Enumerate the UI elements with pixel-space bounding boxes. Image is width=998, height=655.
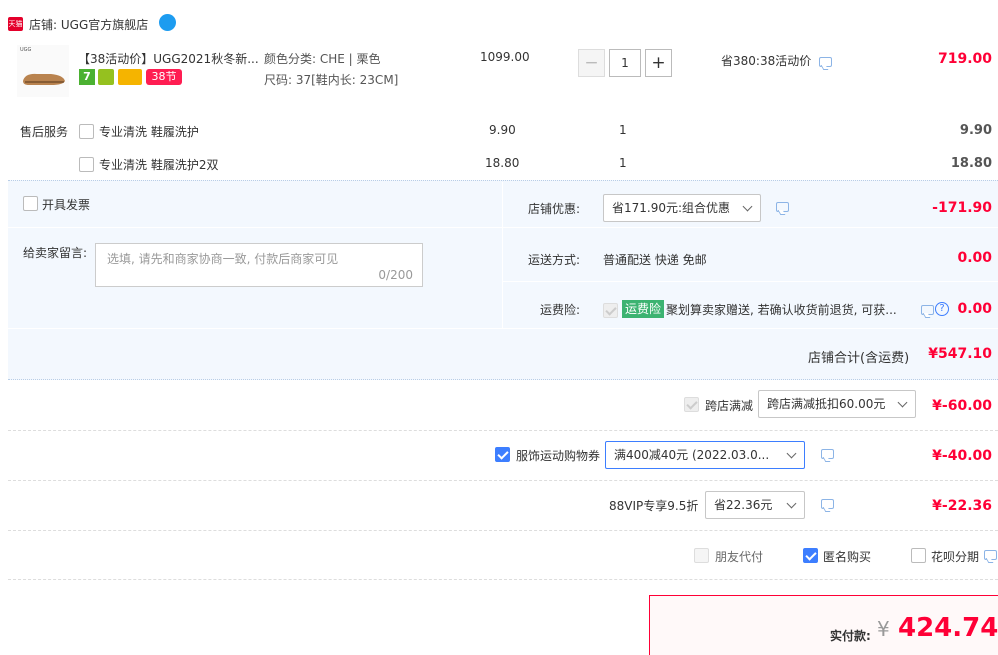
service-2-qty: 1 — [619, 156, 627, 170]
card-icon — [118, 69, 142, 85]
tmall-badge: 天猫 — [8, 17, 23, 31]
festival-badge: 38节 — [146, 69, 182, 85]
quantity-input[interactable]: 1 — [609, 49, 641, 77]
message-placeholder: 选填, 请先和商家协商一致, 付款后商家可见 — [107, 252, 339, 266]
service-1-name: 专业清洗 鞋履洗护 — [99, 125, 199, 139]
wangwang-icon[interactable] — [159, 14, 176, 31]
shipping-amount: 0.00 — [957, 250, 992, 266]
cross-store-value: 跨店满减抵扣60.00元 — [767, 397, 886, 411]
service-2-checkbox[interactable] — [79, 157, 94, 172]
panel-divider-h3 — [8, 328, 998, 329]
coupon-info-icon[interactable] — [821, 449, 834, 459]
service-2-name: 专业清洗 鞋履洗护2双 — [99, 158, 219, 172]
insurance-amount: 0.00 — [957, 301, 992, 317]
installment-info-icon[interactable] — [984, 550, 997, 560]
cross-store-checkbox — [684, 397, 699, 412]
invoice-checkbox[interactable] — [23, 196, 38, 211]
coupon-select[interactable]: 满400减40元 (2022.03.0... — [605, 441, 805, 469]
sku-size: 尺码: 37[鞋内长: 23CM] — [264, 73, 399, 87]
item-savings: 省380:38活动价 — [721, 54, 812, 68]
item-subtotal: 719.00 — [937, 51, 992, 67]
shop-discount-select[interactable]: 省171.90元:组合优惠 — [603, 194, 761, 222]
shop-discount-value: 省171.90元:组合优惠 — [612, 201, 731, 215]
final-label: 实付款: — [830, 629, 871, 643]
vip-label: 88VIP专享9.5折 — [609, 499, 699, 513]
service-1-checkbox[interactable] — [79, 124, 94, 139]
vip-value: 省22.36元 — [714, 498, 773, 512]
shipping-label: 运送方式: — [528, 253, 581, 267]
service-1-price: 9.90 — [489, 123, 516, 137]
increment-button[interactable]: + — [645, 49, 672, 77]
sku-color: 颜色分类: CHE | 栗色 — [264, 52, 381, 66]
vip-select[interactable]: 省22.36元 — [705, 491, 805, 519]
insurance-label: 运费险: — [540, 303, 581, 317]
panel-divider-h2 — [502, 281, 998, 282]
unit-price: 1099.00 — [480, 50, 530, 64]
message-label: 给卖家留言: — [23, 246, 88, 260]
chevron-down-icon — [897, 397, 908, 408]
chevron-down-icon — [786, 498, 797, 509]
service-2-price: 18.80 — [485, 156, 520, 170]
panel-divider-h1 — [8, 227, 998, 228]
final-amount: 424.74 — [898, 613, 998, 643]
help-icon[interactable]: ? — [935, 302, 949, 316]
guarantee-icon — [98, 69, 114, 85]
shipping-value: 普通配送 快递 免邮 — [603, 253, 707, 267]
shop-discount-info-icon[interactable] — [776, 202, 789, 212]
shop-total-label: 店铺合计(含运费) — [808, 351, 910, 366]
anonymous-label: 匿名购买 — [823, 550, 872, 564]
savings-info-icon[interactable] — [819, 57, 832, 67]
insurance-tag: 运费险 — [622, 300, 665, 318]
coupon-checkbox[interactable] — [495, 447, 510, 462]
installment-checkbox[interactable] — [911, 548, 926, 563]
shop-discount-amount: -171.90 — [932, 200, 992, 216]
ugg-logo: UGG — [20, 47, 32, 53]
anonymous-checkbox[interactable] — [803, 548, 818, 563]
product-image[interactable]: UGG — [17, 45, 69, 97]
seven-day-badge: 7 — [79, 69, 95, 85]
decrement-button[interactable]: − — [578, 49, 605, 77]
chevron-down-icon — [742, 201, 753, 212]
invoice-label: 开具发票 — [42, 198, 91, 212]
service-1-total: 9.90 — [959, 123, 992, 138]
vip-info-icon[interactable] — [821, 499, 834, 509]
shop-total-amount: ¥547.10 — [928, 346, 992, 362]
coupon-value: 满400减40元 (2022.03.0... — [614, 448, 770, 462]
message-textarea[interactable]: 选填, 请先和商家协商一致, 付款后商家可见 0/200 — [95, 243, 423, 287]
friend-pay-label: 朋友代付 — [715, 550, 764, 564]
final-currency: ¥ — [877, 617, 890, 641]
after-sale-label: 售后服务 — [20, 125, 69, 139]
friend-pay-checkbox — [694, 548, 709, 563]
divider — [8, 480, 998, 481]
insurance-checkbox — [603, 303, 618, 318]
cross-store-label: 跨店满减 — [705, 399, 754, 413]
shop-name[interactable]: 店铺: UGG官方旗舰店 — [29, 16, 148, 33]
service-1-qty: 1 — [619, 123, 627, 137]
product-title[interactable]: 【38活动价】UGG2021秋冬新... — [78, 50, 259, 67]
divider — [8, 579, 998, 580]
message-counter: 0/200 — [378, 268, 413, 282]
shoe-icon — [23, 73, 65, 85]
panel-divider-v — [502, 182, 503, 328]
divider — [8, 530, 998, 531]
coupon-label: 服饰运动购物券 — [516, 449, 601, 463]
coupon-amount: ¥-40.00 — [932, 448, 992, 464]
divider — [8, 430, 998, 431]
shop-discount-label: 店铺优惠: — [528, 202, 581, 216]
cross-store-select[interactable]: 跨店满减抵扣60.00元 — [758, 390, 916, 418]
installment-label: 花呗分期 — [931, 550, 980, 564]
quantity-stepper: − 1 + — [578, 49, 674, 77]
insurance-desc: 聚划算卖家赠送, 若确认收货前退货, 可获... — [666, 303, 897, 317]
insurance-info-icon[interactable] — [921, 305, 934, 315]
service-2-total: 18.80 — [950, 156, 992, 171]
vip-amount: ¥-22.36 — [932, 498, 992, 514]
final-payment-box: 实付款: ¥ 424.74 — [649, 595, 998, 655]
chevron-down-icon — [786, 448, 797, 459]
cross-store-amount: ¥-60.00 — [932, 398, 992, 414]
